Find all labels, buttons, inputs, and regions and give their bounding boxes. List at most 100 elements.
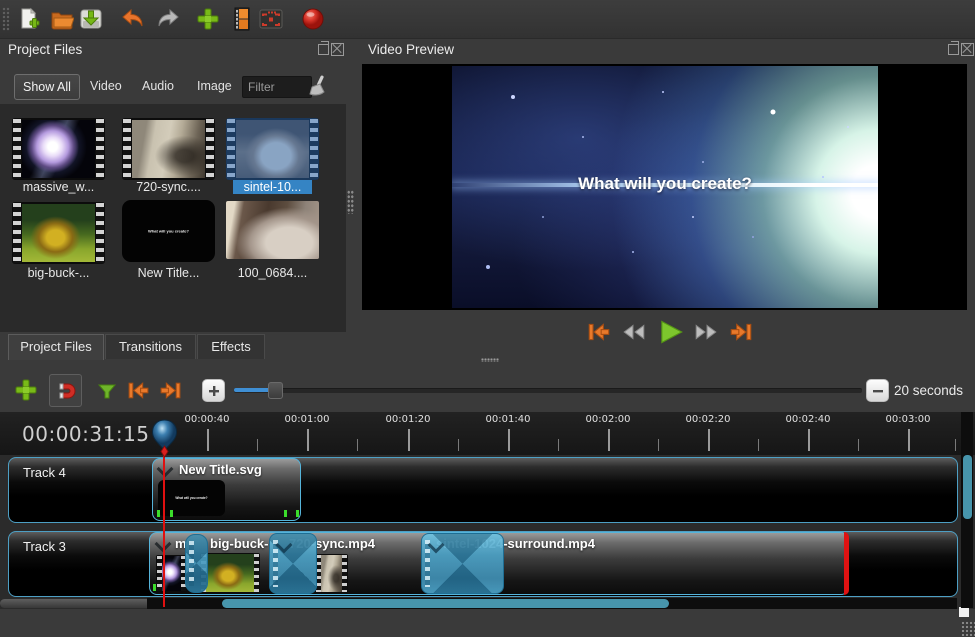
video-preview-close-icon[interactable]: [961, 43, 974, 56]
zoom-slider-fill: [234, 388, 272, 392]
file-thumbnail-newtitle[interactable]: What will you create?: [122, 200, 215, 262]
timeline-jump-start-button[interactable]: [126, 378, 151, 406]
file-thumbnail-100-0684[interactable]: [226, 201, 319, 259]
track-3[interactable]: Track 3 m big-buck- 720-sync.mp4 sintel-…: [8, 531, 958, 597]
tab-project-files[interactable]: Project Files: [8, 334, 104, 360]
timeline-jump-end-button[interactable]: [158, 378, 183, 406]
filter-tab-image[interactable]: Image: [197, 74, 232, 98]
file-thumbnail-bigbuck[interactable]: [12, 202, 105, 264]
playhead-marker[interactable]: [151, 419, 178, 462]
zoom-slider-handle[interactable]: [268, 382, 283, 399]
transition[interactable]: [421, 533, 504, 594]
toolbar-grip[interactable]: [2, 7, 10, 31]
clip-thumbnail: [315, 554, 348, 593]
file-label[interactable]: massive_w...: [12, 180, 105, 194]
clip-label: big-buck-: [210, 536, 269, 551]
jump-to-start-icon: [126, 378, 151, 403]
timeline-vscrollbar-handle[interactable]: [963, 455, 972, 519]
keyframe-mark: [157, 510, 160, 517]
open-project-button[interactable]: [49, 6, 75, 32]
filmstrip-holes: [342, 555, 347, 592]
file-label[interactable]: big-buck-...: [12, 266, 105, 280]
project-files-close-icon[interactable]: [331, 43, 344, 56]
panel-splitter-grip[interactable]: [347, 190, 354, 214]
file-label[interactable]: New Title...: [122, 266, 215, 280]
window-resize-grip[interactable]: [961, 621, 975, 636]
rewind-button[interactable]: [621, 319, 647, 348]
clip-thumbnail: What will you create?: [158, 480, 225, 516]
add-track-button[interactable]: [14, 378, 38, 405]
thumbnail-art: [22, 120, 95, 178]
clear-filter-button[interactable]: [305, 74, 329, 103]
video-preview-float-icon[interactable]: [948, 44, 959, 55]
new-project-button[interactable]: [16, 6, 42, 32]
ruler-tick: [808, 429, 810, 451]
ruler-tick: [508, 429, 510, 451]
transition[interactable]: [185, 534, 208, 593]
jump-to-start-button[interactable]: [586, 319, 612, 348]
broom-icon: [305, 74, 329, 100]
play-button[interactable]: [656, 318, 684, 349]
transition[interactable]: [269, 533, 317, 594]
project-files-float-icon[interactable]: [318, 44, 329, 55]
clip-group-track3[interactable]: m big-buck- 720-sync.mp4 sintel-1024-sur…: [149, 532, 849, 595]
timeline-splitter-grip[interactable]: [481, 358, 499, 362]
keyframe-mark: [170, 510, 173, 517]
filter-tab-video[interactable]: Video: [90, 74, 122, 98]
file-thumbnail-massive[interactable]: [12, 118, 105, 180]
razor-tool-button[interactable]: [96, 380, 118, 405]
jump-to-end-icon: [158, 378, 183, 403]
filmstrip-holes: [96, 203, 104, 263]
clip-thumb-text: What will you create?: [176, 490, 206, 506]
import-files-icon: [196, 7, 220, 31]
video-preview-panel-title: Video Preview: [368, 42, 454, 57]
file-label[interactable]: 100_0684....: [226, 266, 319, 280]
thumbnail-art: [226, 201, 319, 259]
filter-tab-audio[interactable]: Audio: [142, 74, 174, 98]
filmstrip-holes: [13, 203, 21, 263]
zoom-slider-track[interactable]: [234, 388, 862, 393]
razor-icon: [96, 380, 118, 402]
tab-transitions[interactable]: Transitions: [105, 334, 196, 359]
timeline-hscrollbar-handle[interactable]: [222, 599, 669, 608]
fullscreen-icon: [258, 7, 284, 31]
playhead-balloon-icon: [151, 419, 178, 459]
clip-right-trim-edge[interactable]: [844, 532, 849, 595]
fast-forward-button[interactable]: [693, 319, 719, 348]
filter-tab-show-all[interactable]: Show All: [14, 74, 80, 100]
zoom-in-button[interactable]: [202, 379, 225, 402]
ruler-tick: [558, 439, 559, 451]
export-video-button[interactable]: [300, 6, 326, 32]
zoom-out-button[interactable]: [866, 379, 889, 402]
video-preview-area[interactable]: What will you create?: [362, 64, 967, 310]
file-thumbnail-sintel[interactable]: [226, 118, 319, 180]
file-label[interactable]: 720-sync....: [122, 180, 215, 194]
file-label-selected[interactable]: sintel-10...: [233, 180, 312, 194]
snapping-toggle-button[interactable]: [49, 374, 82, 407]
ruler-tick: [357, 439, 358, 451]
filmstrip-holes: [206, 119, 214, 179]
playhead-line: [163, 447, 165, 607]
project-files-list: massive_w... 720-sync.... sintel-10... W…: [0, 104, 346, 332]
ruler-tick: [708, 429, 710, 451]
save-project-button[interactable]: [78, 6, 104, 32]
filter-input[interactable]: Filter: [242, 76, 312, 98]
project-files-panel-title: Project Files: [8, 42, 82, 57]
track-4-label: Track 4: [23, 465, 66, 480]
chevron-down-icon[interactable]: [276, 537, 293, 554]
ruler-tick: [207, 429, 209, 451]
chevron-down-icon[interactable]: [157, 461, 174, 478]
undo-button[interactable]: [120, 6, 146, 32]
tab-effects[interactable]: Effects: [197, 334, 265, 359]
chevron-down-icon[interactable]: [428, 537, 445, 554]
choose-profile-button[interactable]: [229, 6, 255, 32]
ruler-tick: [908, 429, 910, 451]
fullscreen-button[interactable]: [258, 6, 284, 32]
clip-new-title[interactable]: New Title.svg What will you create?: [152, 458, 301, 521]
track-4[interactable]: Track 4 New Title.svg What will you crea…: [8, 457, 958, 523]
redo-button[interactable]: [155, 6, 181, 32]
ruler-tick: [955, 439, 956, 451]
import-files-button[interactable]: [195, 6, 221, 32]
jump-to-end-button[interactable]: [728, 319, 754, 348]
file-thumbnail-720sync[interactable]: [122, 118, 215, 180]
